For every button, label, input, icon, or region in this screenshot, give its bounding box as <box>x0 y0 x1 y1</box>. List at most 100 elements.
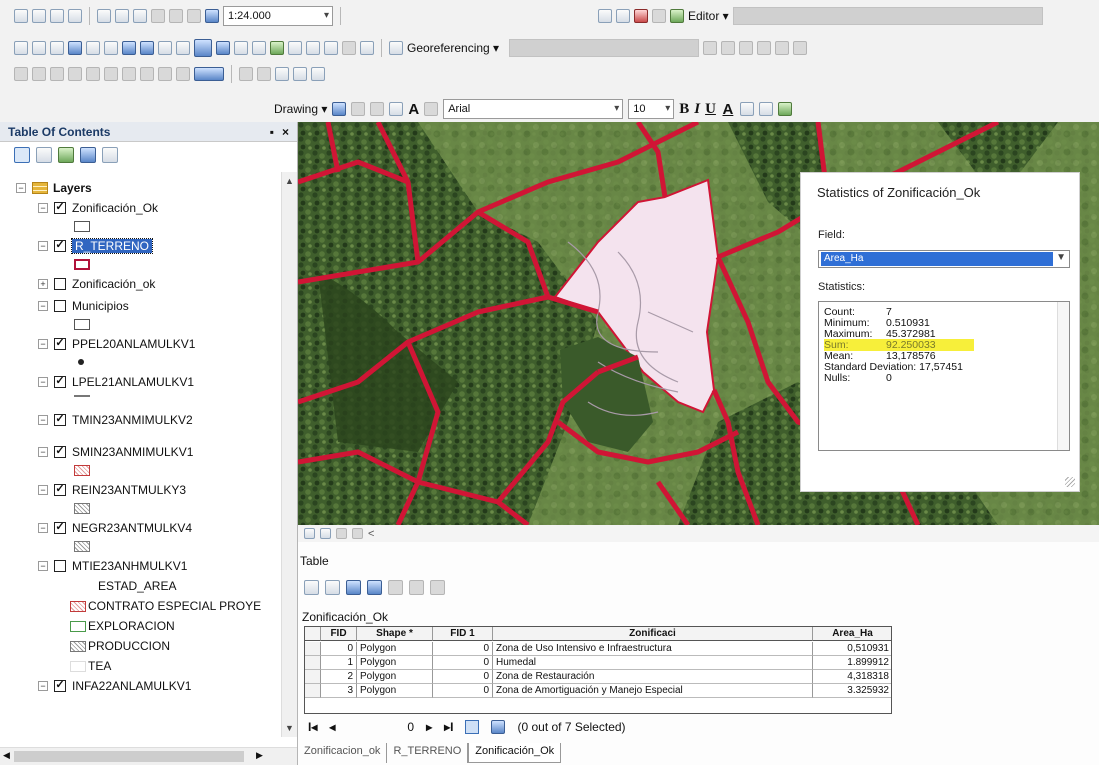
resize-grip-icon[interactable] <box>1065 477 1075 487</box>
html-popup-icon[interactable] <box>252 41 266 55</box>
font-color-button[interactable]: A <box>721 101 735 118</box>
scroll-down-icon[interactable]: ▼ <box>285 723 294 733</box>
collapse-icon[interactable]: − <box>38 485 48 495</box>
toc-layer-9[interactable]: − ✓ NEGR23ANTMULKV4 <box>38 518 192 538</box>
column-header[interactable]: Shape * <box>357 627 433 641</box>
toc-layer-6[interactable]: − ✓ TMIN23ANMIMULKV2 <box>38 410 193 430</box>
layout-view-icon[interactable] <box>320 528 331 539</box>
layer-visibility-checkbox[interactable]: ✓ <box>54 202 66 214</box>
new-text-tool[interactable]: A <box>408 101 419 118</box>
edit-tool-icon[interactable] <box>158 67 172 81</box>
toc-vertical-scrollbar[interactable]: ▲ ▼ <box>281 172 297 737</box>
attribute-table[interactable]: FID Shape * FID 1 Zonificaci Area_Ha 0 Polygon… <box>304 626 892 714</box>
scroll-left-icon[interactable]: ◀ <box>3 750 10 761</box>
find-binoculars-icon[interactable] <box>288 41 302 55</box>
add-data-icon[interactable] <box>205 9 219 23</box>
full-extent-icon[interactable] <box>68 41 82 55</box>
attribute-table-icon[interactable] <box>194 67 224 81</box>
toc-layer-0[interactable]: − ✓ Zonificación_Ok <box>38 198 158 218</box>
clear-selection-icon[interactable] <box>388 580 403 595</box>
toc-layer-8[interactable]: − ✓ REIN23ANTMULKY3 <box>38 480 186 500</box>
layer-visibility-checkbox[interactable]: ✓ <box>54 484 66 496</box>
row-selector[interactable] <box>305 670 321 684</box>
toc-layer-1[interactable]: − ✓ R_TERRENO <box>38 236 154 256</box>
layer-visibility-checkbox[interactable]: ✓ <box>54 414 66 426</box>
collapse-icon[interactable]: − <box>38 241 48 251</box>
line-color-icon[interactable] <box>758 102 773 116</box>
first-record-button[interactable]: I◂ <box>308 720 317 734</box>
table-tab-0[interactable]: Zonificacion_ok <box>298 743 388 763</box>
layer-visibility-checkbox[interactable]: ✓ <box>54 522 66 534</box>
edit-tool-icon[interactable] <box>176 67 190 81</box>
list-by-visibility-icon[interactable] <box>58 147 74 163</box>
expand-icon[interactable]: + <box>38 279 48 289</box>
zoom-to-selected-icon[interactable] <box>409 580 424 595</box>
next-record-button[interactable]: ▸ <box>426 720 432 734</box>
toc-layer-4[interactable]: − ✓ PPEL20ANLAMULKV1 <box>38 334 195 354</box>
editor-icon[interactable] <box>598 9 612 23</box>
georef-tool-icon[interactable] <box>757 41 772 55</box>
toc-layer-3[interactable]: − Municipios <box>38 296 129 316</box>
edit-tool-icon[interactable] <box>140 67 154 81</box>
time-slider-icon[interactable] <box>342 41 356 55</box>
toc-layer-7[interactable]: − ✓ SMIN23ANMIMULKV1 <box>38 442 193 462</box>
chevron-down-icon[interactable]: ▼ <box>1056 252 1066 263</box>
row-selector[interactable] <box>305 642 321 656</box>
field-select[interactable]: Area_Ha ▼ <box>818 250 1070 268</box>
layer-visibility-checkbox[interactable] <box>54 560 66 572</box>
editor-menu[interactable]: Editor ▾ <box>688 9 729 23</box>
show-all-records-icon[interactable] <box>465 720 480 734</box>
undo-icon[interactable] <box>169 9 183 23</box>
last-record-button[interactable]: ▸I <box>444 720 453 734</box>
row-selector[interactable] <box>305 656 321 670</box>
layout-tool-icon[interactable] <box>311 67 325 81</box>
collapse-icon[interactable]: − <box>38 523 48 533</box>
edit-tool-icon[interactable] <box>68 67 82 81</box>
scroll-up-icon[interactable]: ▲ <box>285 176 294 186</box>
collapse-icon[interactable]: − <box>38 561 48 571</box>
layer-visibility-checkbox[interactable]: ✓ <box>54 240 66 252</box>
scroll-right-icon[interactable]: ▶ <box>256 750 263 761</box>
fixed-zoom-out-icon[interactable] <box>104 41 118 55</box>
edit-tool-icon[interactable] <box>104 67 118 81</box>
search-icon[interactable] <box>670 9 684 23</box>
fixed-zoom-in-icon[interactable] <box>86 41 100 55</box>
edit-tool-icon[interactable] <box>122 67 136 81</box>
column-header[interactable]: Zonificaci <box>493 627 813 641</box>
delete-selected-icon[interactable] <box>430 580 445 595</box>
layout-tool-icon[interactable] <box>293 67 307 81</box>
back-arrow-icon[interactable] <box>122 41 136 55</box>
column-header[interactable]: FID 1 <box>433 627 493 641</box>
layer-visibility-checkbox[interactable]: ✓ <box>54 446 66 458</box>
collapse-icon[interactable]: − <box>38 377 48 387</box>
font-size-combo[interactable]: 10 <box>628 99 675 119</box>
toc-layer-last[interactable]: − ✓ INFA22ANLAMULKV1 <box>38 676 191 696</box>
statistics-scrollbar[interactable] <box>1057 302 1069 450</box>
forward-arrow-icon[interactable] <box>140 41 154 55</box>
select-by-attributes-icon[interactable] <box>346 580 361 595</box>
list-by-source-icon[interactable] <box>36 147 52 163</box>
save-icon[interactable] <box>50 9 64 23</box>
table-row[interactable]: 1 Polygon 0 Humedal 1.899912 <box>305 656 891 670</box>
table-row[interactable]: 2 Polygon 0 Zona de Restauración 4,318318 <box>305 670 891 684</box>
go-to-xy-icon[interactable] <box>324 41 338 55</box>
delete-icon[interactable] <box>151 9 165 23</box>
edit-vertices-icon[interactable] <box>424 102 439 116</box>
clear-selection-icon[interactable] <box>176 41 190 55</box>
cut-icon[interactable] <box>97 9 111 23</box>
georef-tool-icon[interactable] <box>793 41 808 55</box>
underline-button[interactable]: U <box>705 101 716 118</box>
measure-icon[interactable] <box>270 41 284 55</box>
toc-layer-2[interactable]: + Zonificación_ok <box>38 274 155 294</box>
find-route-icon[interactable] <box>306 41 320 55</box>
list-by-drawing-order-icon[interactable] <box>14 147 30 163</box>
georef-tool-icon[interactable] <box>721 41 736 55</box>
scroll-left-icon[interactable]: < <box>368 528 374 540</box>
fill-color-icon[interactable] <box>739 102 754 116</box>
georef-tool-icon[interactable] <box>703 41 718 55</box>
collapse-icon[interactable]: − <box>38 339 48 349</box>
toc-root-layers[interactable]: − Layers <box>16 178 92 198</box>
refresh-icon[interactable] <box>336 528 347 539</box>
show-selected-records-icon[interactable] <box>491 720 506 734</box>
table-row[interactable]: 3 Polygon 0 Zona de Amortiguación y Manejo … <box>305 684 891 698</box>
